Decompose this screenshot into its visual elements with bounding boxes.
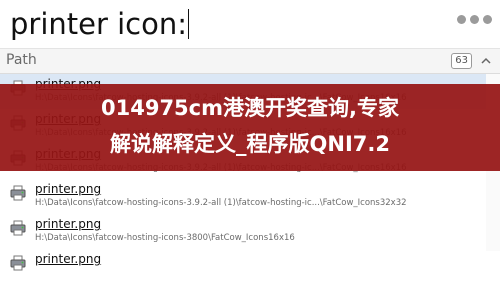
list-item[interactable]: printer.png H:\Data\Icons\fatcow-hosting-…	[0, 214, 486, 249]
file-path: H:\Data\Icons\fatcow-hosting-icons-3.9.2…	[35, 198, 407, 208]
search-input[interactable]: printer icon:	[10, 4, 190, 44]
column-header: Path 63	[0, 49, 500, 74]
text-caret	[188, 9, 190, 39]
list-item[interactable]: printer.png H:\Data\Icons\fatcow-hosting-…	[0, 179, 486, 214]
search-query: printer icon:	[10, 7, 188, 41]
chevron-up-icon[interactable]	[480, 55, 492, 67]
file-name[interactable]: printer.png	[35, 217, 101, 231]
file-path: H:\Data\Icons\fatcow-hosting-icons-3800\…	[35, 233, 295, 243]
search-bar[interactable]: printer icon:	[0, 0, 500, 49]
printer-icon	[10, 220, 26, 236]
file-name[interactable]: printer.png	[35, 252, 101, 266]
overlay-line-1: 014975cm港澳开奖查询,专家	[101, 96, 399, 120]
file-name[interactable]: printer.png	[35, 182, 101, 196]
printer-icon	[10, 255, 26, 271]
path-column-label: Path	[6, 52, 37, 68]
overlay-banner: 014975cm港澳开奖查询,专家 解说解释定义_程序版QNI7.2	[0, 84, 500, 171]
overlay-line-2: 解说解释定义_程序版QNI7.2	[110, 132, 390, 156]
menu-icon[interactable]	[457, 15, 492, 24]
printer-icon	[10, 185, 26, 201]
result-count-badge: 63	[451, 53, 472, 69]
list-item[interactable]: printer.png	[0, 249, 486, 284]
